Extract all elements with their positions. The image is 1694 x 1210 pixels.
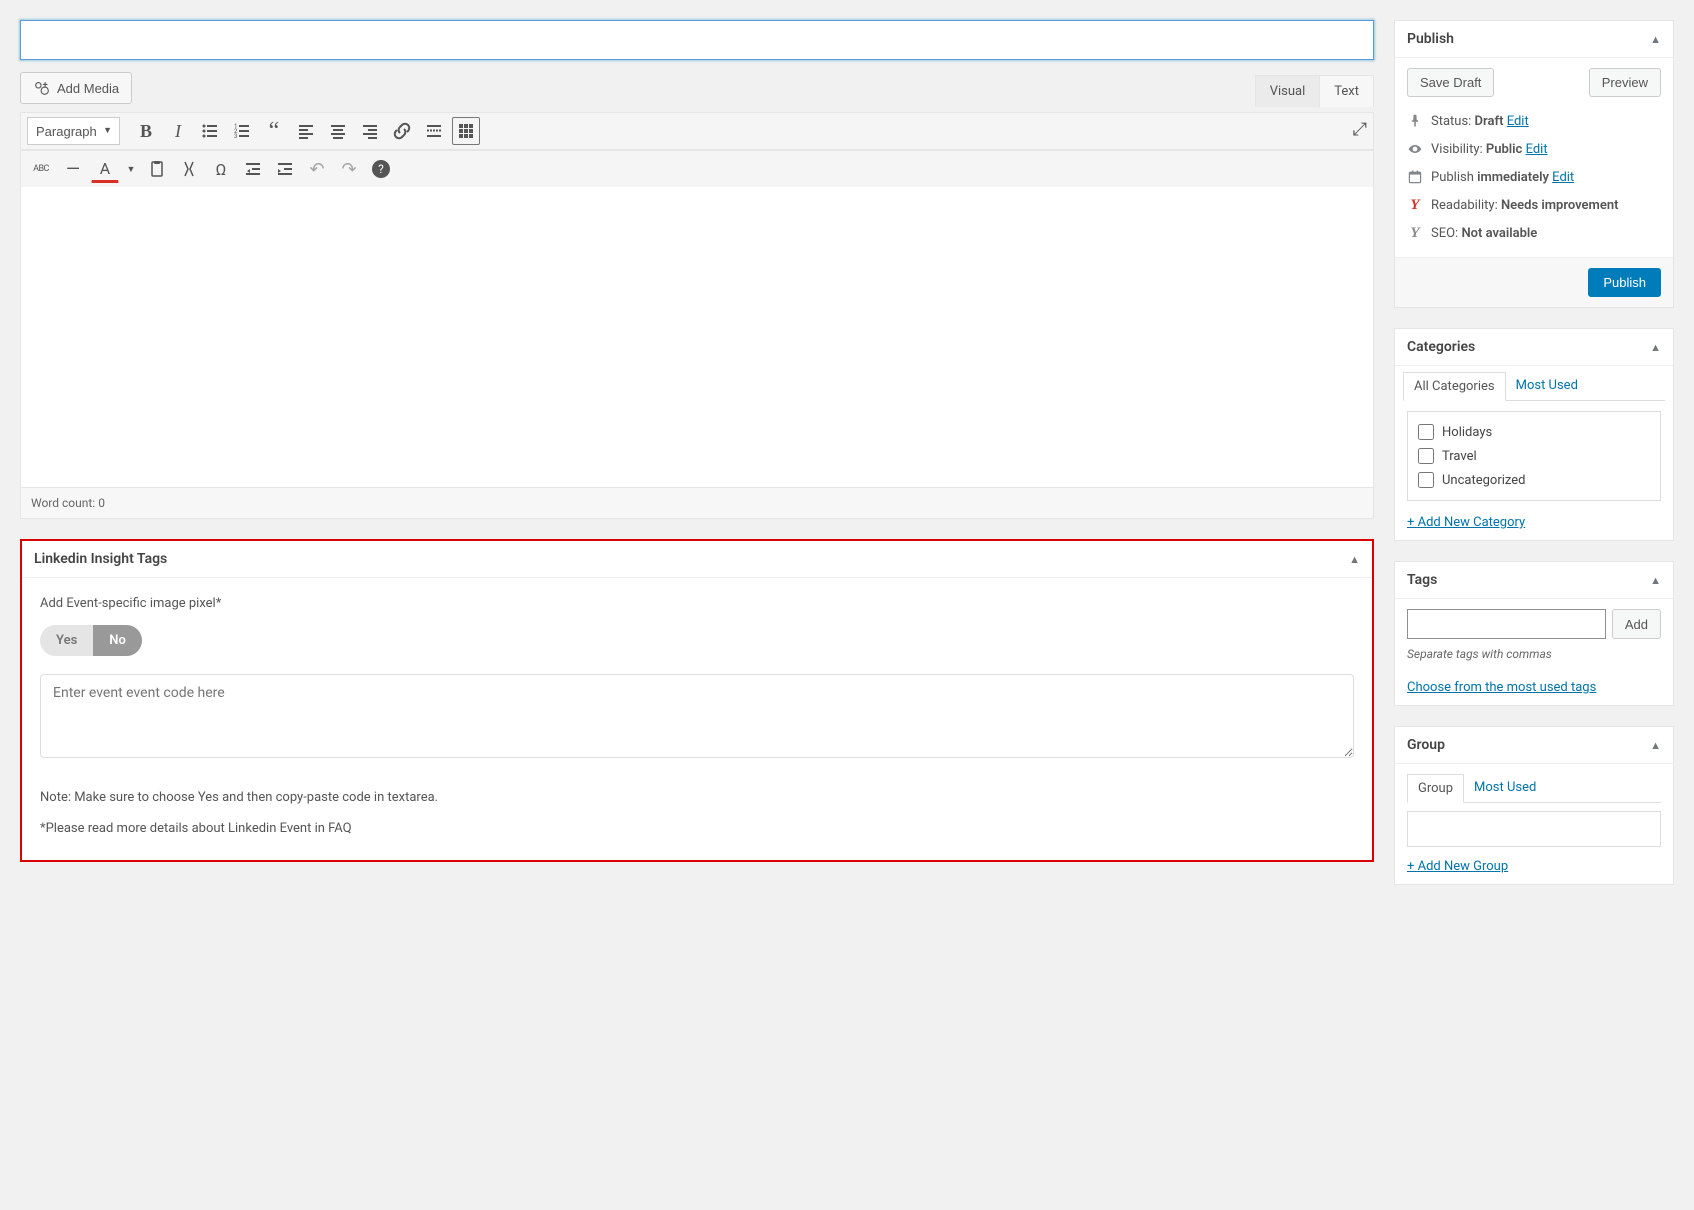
category-item[interactable]: Travel xyxy=(1418,444,1650,468)
schedule-value: immediately xyxy=(1477,170,1549,185)
italic-button[interactable]: I xyxy=(164,117,192,145)
ordered-list-button[interactable]: 123 xyxy=(228,117,256,145)
tags-title: Tags xyxy=(1407,572,1437,588)
pixel-toggle-no[interactable]: No xyxy=(93,625,142,656)
visibility-edit-link[interactable]: Edit xyxy=(1526,142,1548,157)
hr-button[interactable]: — xyxy=(59,155,87,183)
tab-most-used-categories[interactable]: Most Used xyxy=(1506,372,1588,400)
category-label: Travel xyxy=(1442,449,1477,464)
format-select[interactable]: Paragraph xyxy=(27,117,120,145)
status-value: Draft xyxy=(1475,114,1504,129)
tab-visual[interactable]: Visual xyxy=(1255,75,1321,107)
indent-button[interactable] xyxy=(271,155,299,183)
category-label: Holidays xyxy=(1442,425,1492,440)
linkedin-field-label: Add Event-specific image pixel* xyxy=(40,596,1354,611)
add-media-label: Add Media xyxy=(57,81,119,96)
visibility-value: Public xyxy=(1486,142,1522,157)
linkedin-note-faq: *Please read more details about Linkedin… xyxy=(40,821,1354,836)
outdent-button[interactable] xyxy=(239,155,267,183)
choose-most-used-tags-link[interactable]: Choose from the most used tags xyxy=(1407,680,1596,695)
word-count-label: Word count: xyxy=(31,496,98,510)
tab-text[interactable]: Text xyxy=(1319,75,1374,107)
read-more-button[interactable] xyxy=(420,117,448,145)
redo-button[interactable]: ↷ xyxy=(335,155,363,183)
schedule-label: Publish xyxy=(1431,170,1477,185)
event-code-textarea[interactable] xyxy=(40,674,1354,758)
strikethrough-button[interactable]: ABC xyxy=(27,155,55,183)
bullet-list-button[interactable] xyxy=(196,117,224,145)
readability-label: Readability: xyxy=(1431,198,1501,213)
tag-input[interactable] xyxy=(1407,609,1606,639)
text-color-button[interactable]: A xyxy=(91,155,119,183)
fullscreen-button[interactable]: ⤢ xyxy=(1353,119,1367,140)
eye-icon xyxy=(1407,141,1423,157)
special-char-button[interactable]: Ω xyxy=(207,155,235,183)
paste-text-button[interactable] xyxy=(143,155,171,183)
media-icon xyxy=(33,79,51,97)
add-media-button[interactable]: Add Media xyxy=(20,72,132,104)
add-tag-button[interactable]: Add xyxy=(1612,609,1661,639)
align-left-button[interactable] xyxy=(292,117,320,145)
category-checkbox[interactable] xyxy=(1418,472,1434,488)
category-item[interactable]: Uncategorized xyxy=(1418,468,1650,492)
group-title: Group xyxy=(1407,737,1445,753)
group-list xyxy=(1407,811,1661,847)
linkedin-note: Note: Make sure to choose Yes and then c… xyxy=(40,790,1354,805)
group-toggle[interactable]: ▲ xyxy=(1650,739,1661,752)
schedule-edit-link[interactable]: Edit xyxy=(1552,170,1574,185)
category-label: Uncategorized xyxy=(1442,473,1525,488)
link-button[interactable] xyxy=(388,117,416,145)
bold-button[interactable]: B xyxy=(132,117,160,145)
tab-all-categories[interactable]: All Categories xyxy=(1403,372,1506,401)
categories-toggle[interactable]: ▲ xyxy=(1650,341,1661,354)
visibility-label: Visibility: xyxy=(1431,142,1486,157)
help-button[interactable]: ? xyxy=(367,155,395,183)
save-draft-button[interactable]: Save Draft xyxy=(1407,68,1494,97)
undo-button[interactable]: ↶ xyxy=(303,155,331,183)
publish-toggle[interactable]: ▲ xyxy=(1650,33,1661,46)
tags-toggle[interactable]: ▲ xyxy=(1650,574,1661,587)
align-right-button[interactable] xyxy=(356,117,384,145)
add-new-group-link[interactable]: + Add New Group xyxy=(1407,859,1508,874)
yoast-seo-icon: Y xyxy=(1407,225,1423,241)
seo-label: SEO: xyxy=(1431,226,1461,241)
text-color-picker-button[interactable]: ▼ xyxy=(123,155,139,183)
tags-hint: Separate tags with commas xyxy=(1407,647,1661,661)
post-title-input[interactable] xyxy=(20,20,1374,60)
pin-icon xyxy=(1407,113,1423,129)
publish-title: Publish xyxy=(1407,31,1454,47)
linkedin-box-toggle[interactable]: ▲ xyxy=(1349,553,1360,566)
seo-value: Not available xyxy=(1461,226,1537,241)
preview-button[interactable]: Preview xyxy=(1589,68,1661,97)
clear-formatting-button[interactable] xyxy=(175,155,203,183)
add-new-category-link[interactable]: + Add New Category xyxy=(1407,515,1525,530)
editor-content-area[interactable] xyxy=(21,187,1373,487)
quote-button[interactable]: “ xyxy=(260,117,288,145)
pixel-toggle-yes[interactable]: Yes xyxy=(40,625,93,656)
categories-title: Categories xyxy=(1407,339,1475,355)
toolbar-toggle-button[interactable] xyxy=(452,117,480,145)
readability-value: Needs improvement xyxy=(1501,198,1619,213)
category-checkbox[interactable] xyxy=(1418,424,1434,440)
tab-group[interactable]: Group xyxy=(1407,774,1464,803)
status-label: Status: xyxy=(1431,114,1475,129)
tab-most-used-group[interactable]: Most Used xyxy=(1464,774,1546,802)
align-center-button[interactable] xyxy=(324,117,352,145)
yoast-readability-icon: Y xyxy=(1407,197,1423,213)
publish-button[interactable]: Publish xyxy=(1588,268,1661,297)
linkedin-box-title: Linkedin Insight Tags xyxy=(34,551,167,567)
status-edit-link[interactable]: Edit xyxy=(1507,114,1529,129)
category-checkbox[interactable] xyxy=(1418,448,1434,464)
category-item[interactable]: Holidays xyxy=(1418,420,1650,444)
word-count-value: 0 xyxy=(98,496,105,510)
calendar-icon xyxy=(1407,169,1423,185)
pixel-toggle[interactable]: Yes No xyxy=(40,625,142,656)
content-editor: Visual Text Paragraph B I 123 “ ⤢ xyxy=(20,112,1374,519)
svg-text:3: 3 xyxy=(234,133,237,140)
